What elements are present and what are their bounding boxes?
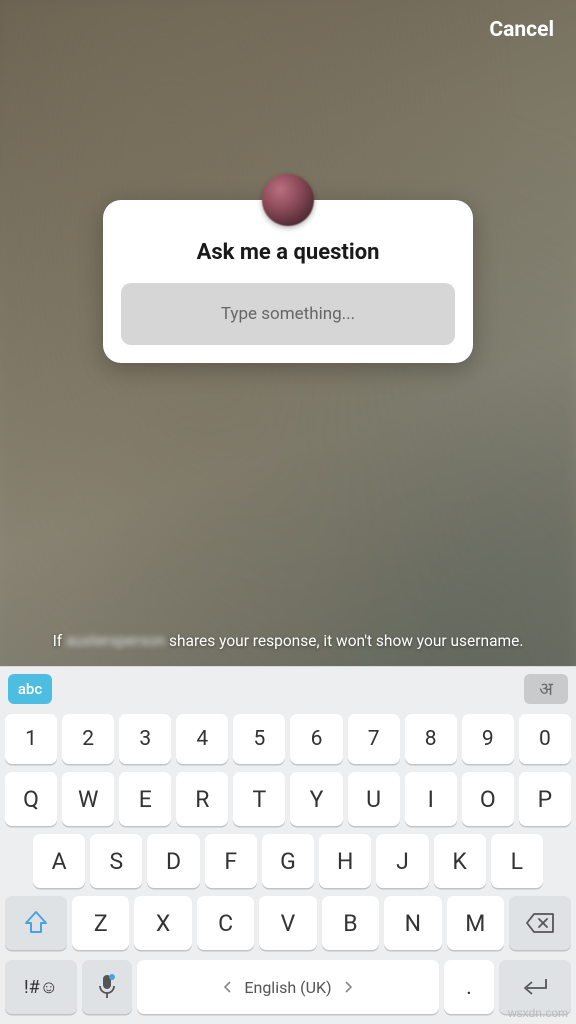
key-z[interactable]: Z (72, 896, 129, 950)
key-r[interactable]: R (176, 772, 228, 826)
key-a[interactable]: A (33, 834, 85, 888)
key-n[interactable]: N (384, 896, 441, 950)
cancel-button[interactable]: Cancel (489, 18, 554, 42)
key-shift[interactable] (5, 896, 67, 950)
avatar (262, 174, 314, 226)
key-1[interactable]: 1 (5, 714, 57, 764)
keyboard-rows: 1 2 3 4 5 6 7 8 9 0 Q W E R T Y U I O (0, 710, 576, 960)
key-6[interactable]: 6 (290, 714, 342, 764)
key-period[interactable]: . (444, 960, 494, 1014)
key-mic[interactable] (82, 960, 132, 1014)
backspace-icon (525, 912, 555, 934)
key-space[interactable]: English (UK) (137, 960, 439, 1014)
key-9[interactable]: 9 (462, 714, 514, 764)
key-p[interactable]: P (519, 772, 571, 826)
disclaimer-username: austersperson (66, 630, 165, 652)
chevron-right-icon (344, 981, 352, 993)
mic-icon (98, 974, 116, 1000)
key-d[interactable]: D (147, 834, 199, 888)
keyboard-row-a: A S D F G H J K L (5, 834, 571, 888)
shift-icon (24, 910, 48, 936)
key-e[interactable]: E (119, 772, 171, 826)
key-k[interactable]: K (434, 834, 486, 888)
top-bar: Cancel (0, 0, 576, 60)
response-placeholder: Type something... (221, 304, 355, 324)
response-input[interactable]: Type something... (121, 283, 455, 345)
keyboard-row-z: Z X C V B N M (5, 896, 571, 950)
key-b[interactable]: B (322, 896, 379, 950)
space-label: English (UK) (244, 978, 331, 997)
key-3[interactable]: 3 (119, 714, 171, 764)
key-5[interactable]: 5 (233, 714, 285, 764)
key-0[interactable]: 0 (519, 714, 571, 764)
keyboard-bottom-row: !#☺ English (UK) . (0, 960, 576, 1018)
key-c[interactable]: C (197, 896, 254, 950)
key-s[interactable]: S (90, 834, 142, 888)
key-g[interactable]: G (262, 834, 314, 888)
key-f[interactable]: F (205, 834, 257, 888)
disclaimer-prefix: If (53, 632, 66, 650)
story-area: Ask me a question Type something... (0, 60, 576, 630)
key-y[interactable]: Y (290, 772, 342, 826)
key-o[interactable]: O (462, 772, 514, 826)
question-sticker[interactable]: Ask me a question Type something... (103, 200, 473, 363)
keyboard-mode-hindi[interactable]: अ (524, 674, 568, 704)
disclaimer-suffix: shares your response, it won't show your… (165, 632, 523, 650)
key-q[interactable]: Q (5, 772, 57, 826)
key-j[interactable]: J (376, 834, 428, 888)
key-4[interactable]: 4 (176, 714, 228, 764)
key-u[interactable]: U (348, 772, 400, 826)
keyboard-row-numbers: 1 2 3 4 5 6 7 8 9 0 (5, 714, 571, 764)
keyboard-toolbar: abc अ (0, 666, 576, 710)
keyboard-row-q: Q W E R T Y U I O P (5, 772, 571, 826)
key-v[interactable]: V (259, 896, 316, 950)
watermark: wsxdn.com (508, 1006, 568, 1020)
key-w[interactable]: W (62, 772, 114, 826)
key-8[interactable]: 8 (405, 714, 457, 764)
enter-icon (520, 977, 550, 997)
question-prompt: Ask me a question (121, 240, 455, 265)
key-m[interactable]: M (447, 896, 504, 950)
key-l[interactable]: L (491, 834, 543, 888)
key-symbols[interactable]: !#☺ (5, 960, 77, 1014)
key-x[interactable]: X (134, 896, 191, 950)
key-7[interactable]: 7 (348, 714, 400, 764)
key-2[interactable]: 2 (62, 714, 114, 764)
key-t[interactable]: T (233, 772, 285, 826)
key-backspace[interactable] (509, 896, 571, 950)
keyboard-mode-abc[interactable]: abc (8, 674, 52, 704)
privacy-disclaimer: If austersperson shares your response, i… (0, 630, 576, 666)
chevron-left-icon (224, 981, 232, 993)
key-i[interactable]: I (405, 772, 457, 826)
keyboard: abc अ 1 2 3 4 5 6 7 8 9 0 Q W E R T (0, 666, 576, 1024)
key-h[interactable]: H (319, 834, 371, 888)
